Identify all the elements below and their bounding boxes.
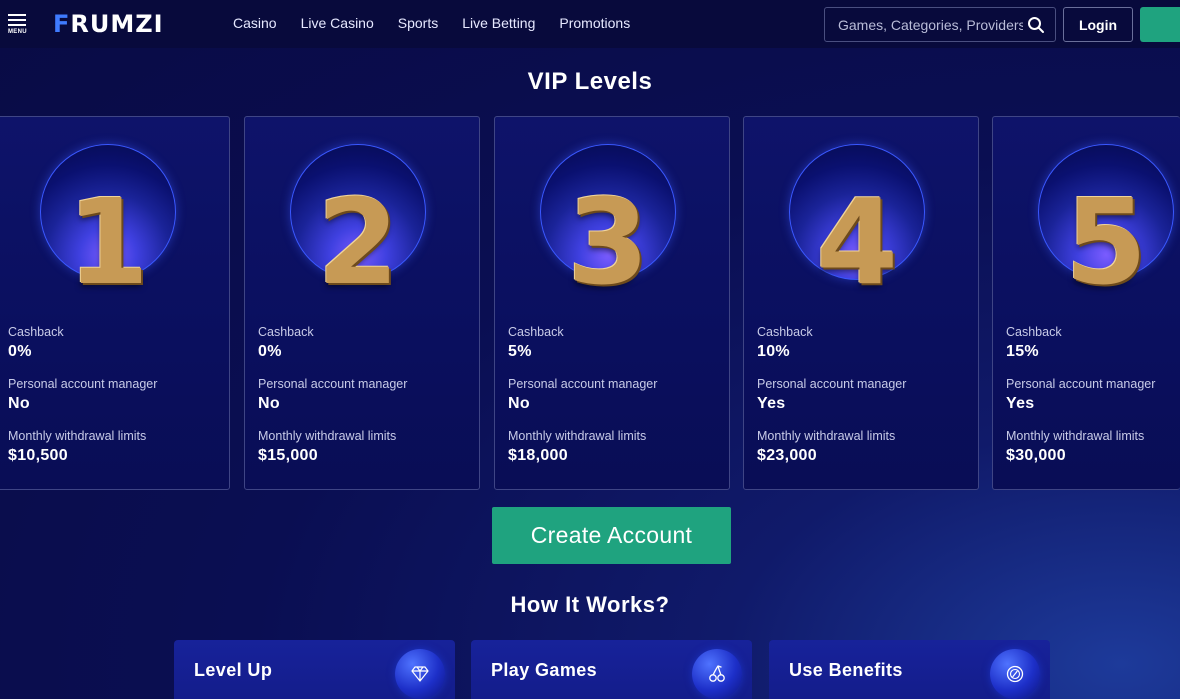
site-logo[interactable]: FRUMZI (53, 11, 164, 37)
withdrawal-limit-value: $18,000 (508, 447, 568, 464)
level-number: 5 (1064, 173, 1148, 311)
vip-levels-title: VIP Levels (527, 68, 653, 95)
logo-letter-f: F (53, 10, 71, 38)
vip-level-card-5: 5 Cashback 15% Personal account manager … (992, 116, 1180, 490)
cashback-label: Cashback (508, 325, 564, 339)
cashback-value: 10% (757, 343, 790, 360)
nav-item-live-betting[interactable]: Live Betting (462, 15, 535, 31)
search-input[interactable] (838, 16, 1023, 33)
main-nav: Casino Live Casino Sports Live Betting P… (233, 15, 630, 31)
vip-level-card-1: 1 Cashback 0% Personal account manager N… (0, 116, 230, 490)
withdrawal-limit-value: $30,000 (1006, 447, 1066, 464)
manager-label: Personal account manager (757, 377, 907, 391)
cashback-label: Cashback (757, 325, 813, 339)
cashback-label: Cashback (258, 325, 314, 339)
hamburger-icon (8, 14, 26, 16)
manager-label: Personal account manager (8, 377, 158, 391)
how-card-label: Level Up (194, 660, 273, 680)
how-card-play-games: Play Games (471, 640, 752, 699)
level-number: 1 (66, 173, 150, 311)
cherries-icon (692, 649, 742, 699)
level-number: 2 (316, 173, 400, 311)
cashback-value: 5% (508, 343, 532, 360)
withdrawal-limit-label: Monthly withdrawal limits (508, 429, 647, 443)
withdrawal-limit-value: $15,000 (258, 447, 318, 464)
manager-value: No (8, 395, 30, 412)
vip-level-card-3: 3 Cashback 5% Personal account manager N… (494, 116, 730, 490)
withdrawal-limit-label: Monthly withdrawal limits (8, 429, 147, 443)
how-card-label: Play Games (491, 660, 598, 680)
manager-value: Yes (1006, 395, 1035, 412)
withdrawal-limit-label: Monthly withdrawal limits (757, 429, 896, 443)
nav-item-casino[interactable]: Casino (233, 15, 277, 31)
withdrawal-limit-label: Monthly withdrawal limits (258, 429, 397, 443)
hamburger-icon-bar (8, 19, 26, 21)
cashback-label: Cashback (8, 325, 64, 339)
menu-label: MENU (8, 29, 27, 35)
nav-item-sports[interactable]: Sports (398, 15, 438, 31)
manager-value: No (508, 395, 530, 412)
manager-value: No (258, 395, 280, 412)
withdrawal-limit-value: $10,500 (8, 447, 68, 464)
login-button[interactable]: Login (1063, 7, 1133, 42)
top-navigation-bar: MENU FRUMZI Casino Live Casino Sports Li… (0, 0, 1180, 48)
cashback-label: Cashback (1006, 325, 1062, 339)
level-number: 4 (815, 173, 899, 311)
logo-rest: RUMZI (70, 10, 164, 38)
manager-label: Personal account manager (508, 377, 658, 391)
vip-level-card-2: 2 Cashback 0% Personal account manager N… (244, 116, 480, 490)
how-it-works-title: How It Works? (510, 592, 670, 617)
create-account-button[interactable]: Create Account (492, 507, 731, 564)
how-card-label: Use Benefits (789, 660, 903, 680)
withdrawal-limit-value: $23,000 (757, 447, 817, 464)
manager-label: Personal account manager (258, 377, 408, 391)
vip-level-card-4: 4 Cashback 10% Personal account manager … (743, 116, 979, 490)
cashback-value: 0% (258, 343, 282, 360)
hamburger-icon-bar (8, 24, 26, 26)
signup-button[interactable] (1140, 7, 1180, 42)
search-icon[interactable] (1027, 16, 1045, 34)
diamond-icon (395, 649, 445, 699)
cashback-value: 0% (8, 343, 32, 360)
search-box (824, 7, 1056, 42)
level-number: 3 (566, 173, 650, 311)
withdrawal-limit-label: Monthly withdrawal limits (1006, 429, 1145, 443)
how-card-use-benefits: Use Benefits (769, 640, 1050, 699)
manager-value: Yes (757, 395, 786, 412)
coin-icon (990, 649, 1040, 699)
manager-label: Personal account manager (1006, 377, 1156, 391)
cashback-value: 15% (1006, 343, 1039, 360)
nav-item-promotions[interactable]: Promotions (559, 15, 630, 31)
how-card-level-up: Level Up (174, 640, 455, 699)
nav-item-live-casino[interactable]: Live Casino (301, 15, 374, 31)
menu-button[interactable]: MENU (8, 14, 28, 36)
